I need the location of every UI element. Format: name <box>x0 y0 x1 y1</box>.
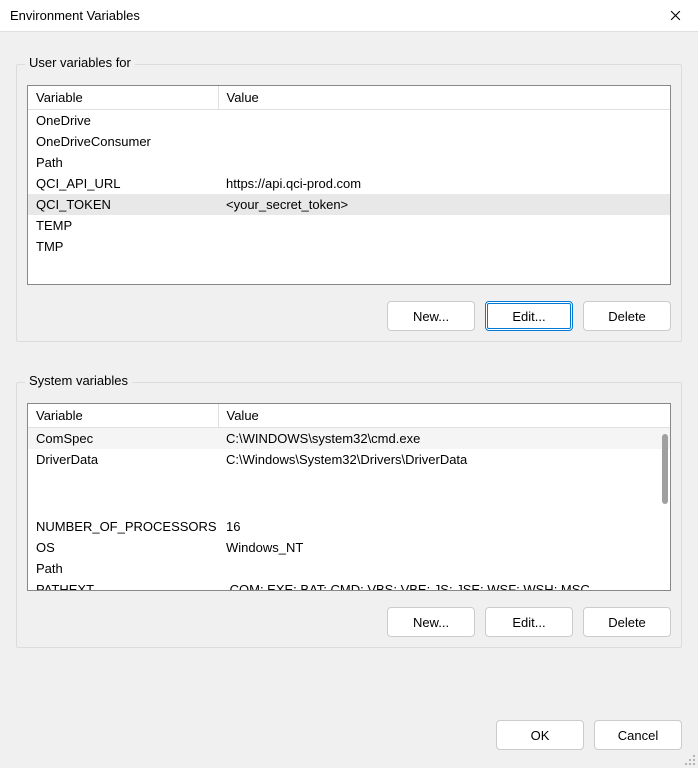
system-variables-group: System variables Variable Value ComSpecC… <box>16 382 682 648</box>
cell-value <box>218 558 670 579</box>
cell-value <box>218 152 670 173</box>
table-row[interactable]: TMP <box>28 236 670 257</box>
cell-variable: NUMBER_OF_PROCESSORS <box>28 516 218 537</box>
system-variables-table-container: Variable Value ComSpecC:\WINDOWS\system3… <box>27 403 671 591</box>
dialog-footer: OK Cancel <box>0 714 698 768</box>
cell-variable: Path <box>28 152 218 173</box>
close-button[interactable] <box>652 0 698 32</box>
user-group-label: User variables for <box>25 55 135 70</box>
table-row[interactable]: Path <box>28 558 670 579</box>
cancel-button[interactable]: Cancel <box>594 720 682 750</box>
cell-variable: TEMP <box>28 215 218 236</box>
table-row[interactable]: OSWindows_NT <box>28 537 670 558</box>
cell-variable: OneDrive <box>28 110 218 132</box>
system-buttons-row: New... Edit... Delete <box>27 607 671 637</box>
table-row[interactable]: PATHEXT.COM;.EXE;.BAT;.CMD;.VBS;.VBE;.JS… <box>28 579 670 591</box>
titlebar: Environment Variables <box>0 0 698 32</box>
table-spacer <box>28 470 670 516</box>
cell-value: C:\WINDOWS\system32\cmd.exe <box>218 428 670 450</box>
cell-value: https://api.qci-prod.com <box>218 173 670 194</box>
user-buttons-row: New... Edit... Delete <box>27 301 671 331</box>
table-row[interactable]: NUMBER_OF_PROCESSORS16 <box>28 516 670 537</box>
user-new-button[interactable]: New... <box>387 301 475 331</box>
resize-grip-icon[interactable] <box>682 752 696 766</box>
cell-value <box>218 110 670 132</box>
cell-variable: Path <box>28 558 218 579</box>
table-row[interactable]: QCI_TOKEN<your_secret_token> <box>28 194 670 215</box>
cell-variable: DriverData <box>28 449 218 470</box>
table-row[interactable]: TEMP <box>28 215 670 236</box>
cell-variable: PATHEXT <box>28 579 218 591</box>
ok-button[interactable]: OK <box>496 720 584 750</box>
column-header-value[interactable]: Value <box>218 404 670 428</box>
table-row[interactable]: Path <box>28 152 670 173</box>
column-header-variable[interactable]: Variable <box>28 404 218 428</box>
system-delete-button[interactable]: Delete <box>583 607 671 637</box>
cell-value: 16 <box>218 516 670 537</box>
system-new-button[interactable]: New... <box>387 607 475 637</box>
cell-value <box>218 131 670 152</box>
system-variables-table[interactable]: Variable Value ComSpecC:\WINDOWS\system3… <box>28 404 670 591</box>
cell-variable: OneDriveConsumer <box>28 131 218 152</box>
table-row[interactable]: OneDriveConsumer <box>28 131 670 152</box>
cell-value: Windows_NT <box>218 537 670 558</box>
user-variables-group: User variables for Variable Value OneDri… <box>16 64 682 342</box>
user-variables-table-container: Variable Value OneDriveOneDriveConsumerP… <box>27 85 671 285</box>
close-icon <box>670 10 681 21</box>
system-group-label: System variables <box>25 373 132 388</box>
cell-variable: QCI_TOKEN <box>28 194 218 215</box>
cell-value: <your_secret_token> <box>218 194 670 215</box>
column-header-variable[interactable]: Variable <box>28 86 218 110</box>
table-row[interactable]: QCI_API_URLhttps://api.qci-prod.com <box>28 173 670 194</box>
cell-value <box>218 215 670 236</box>
dialog-title: Environment Variables <box>10 8 140 23</box>
column-header-value[interactable]: Value <box>218 86 670 110</box>
table-row[interactable]: DriverDataC:\Windows\System32\Drivers\Dr… <box>28 449 670 470</box>
cell-variable: QCI_API_URL <box>28 173 218 194</box>
cell-value <box>218 236 670 257</box>
dialog-content: User variables for Variable Value OneDri… <box>0 32 698 714</box>
environment-variables-dialog: Environment Variables User variables for… <box>0 0 698 768</box>
cell-variable: TMP <box>28 236 218 257</box>
table-row[interactable]: ComSpecC:\WINDOWS\system32\cmd.exe <box>28 428 670 450</box>
cell-value: .COM;.EXE;.BAT;.CMD;.VBS;.VBE;.JS;.JSE;.… <box>218 579 670 591</box>
cell-variable: OS <box>28 537 218 558</box>
system-scrollbar-thumb[interactable] <box>662 434 668 504</box>
user-delete-button[interactable]: Delete <box>583 301 671 331</box>
user-edit-button[interactable]: Edit... <box>485 301 573 331</box>
cell-variable: ComSpec <box>28 428 218 450</box>
cell-value: C:\Windows\System32\Drivers\DriverData <box>218 449 670 470</box>
table-row[interactable]: OneDrive <box>28 110 670 132</box>
user-variables-table[interactable]: Variable Value OneDriveOneDriveConsumerP… <box>28 86 670 257</box>
system-edit-button[interactable]: Edit... <box>485 607 573 637</box>
